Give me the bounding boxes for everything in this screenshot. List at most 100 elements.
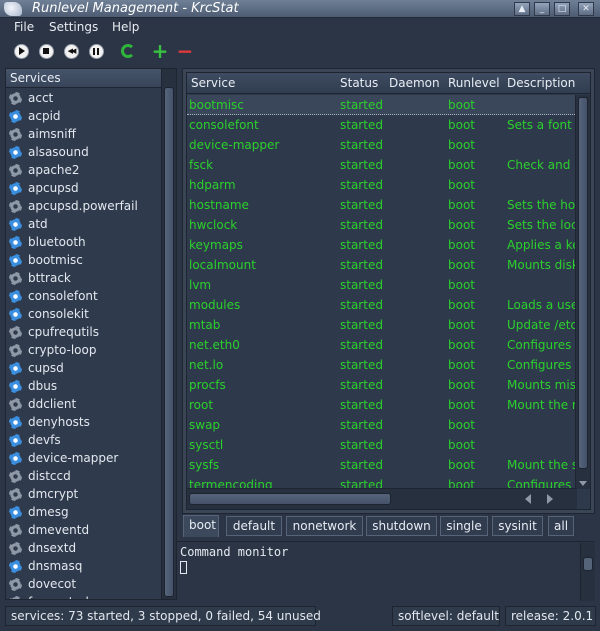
service-item[interactable]: apcupsd.powerfail [6, 197, 161, 215]
service-item[interactable]: consolefont [6, 287, 161, 305]
service-item[interactable]: alsasound [6, 143, 161, 161]
table-row[interactable]: hostname started boot Sets the hos [187, 195, 577, 215]
table-cell-status: started [340, 178, 383, 192]
table-row[interactable]: hdparm started boot [187, 175, 577, 195]
scroll-right-arrow-icon[interactable] [547, 494, 553, 504]
service-label: bluetooth [28, 235, 86, 249]
table-vscroll-thumb[interactable] [578, 97, 588, 469]
service-item[interactable]: acct [6, 89, 161, 107]
service-item[interactable]: cupsd [6, 359, 161, 377]
table-row[interactable]: sysfs started boot Mount the sy [187, 455, 577, 475]
service-label: dmesg [28, 505, 69, 519]
service-item[interactable]: devfs [6, 431, 161, 449]
table-row[interactable]: bootmisc started boot [187, 95, 577, 115]
services-header[interactable]: Services [6, 69, 161, 88]
table-row[interactable]: localmount started boot Mounts disk [187, 255, 577, 275]
column-status[interactable]: Status [340, 76, 378, 90]
service-item[interactable]: bootmisc [6, 251, 161, 269]
services-scrollbar[interactable] [161, 69, 176, 599]
service-item[interactable]: denyhosts [6, 413, 161, 431]
command-monitor-scrollbar[interactable] [580, 543, 595, 601]
table-row[interactable]: lvm started boot [187, 275, 577, 295]
table-row[interactable]: hwclock started boot Sets the loc [187, 215, 577, 235]
scroll-left-arrow-icon[interactable] [525, 494, 531, 504]
table-cell-description: Mount the ro [507, 398, 577, 412]
service-item[interactable]: ddclient [6, 395, 161, 413]
service-label: alsasound [28, 145, 89, 159]
menu-file[interactable]: File [14, 20, 34, 34]
service-item[interactable]: bluetooth [6, 233, 161, 251]
service-item[interactable]: apcupsd [6, 179, 161, 197]
command-monitor[interactable]: Command monitor [177, 541, 595, 601]
table-cell-status: started [340, 218, 383, 232]
minimize-button[interactable]: _ [534, 2, 550, 16]
stop-button[interactable] [36, 41, 56, 61]
shade-button[interactable]: ▲ [514, 2, 530, 16]
service-item[interactable]: atd [6, 215, 161, 233]
table-row[interactable]: root started boot Mount the ro [187, 395, 577, 415]
table-row[interactable]: net.lo started boot Configures n [187, 355, 577, 375]
table-row[interactable]: consolefont started boot Sets a font [187, 115, 577, 135]
service-item[interactable]: aimsniff [6, 125, 161, 143]
table-cell-service: sysfs [189, 458, 220, 472]
service-item[interactable]: apache2 [6, 161, 161, 179]
service-item[interactable]: device-mapper [6, 449, 161, 467]
remove-service-button[interactable]: − [175, 41, 195, 61]
menu-help[interactable]: Help [112, 20, 139, 34]
service-item[interactable]: dbus [6, 377, 161, 395]
service-item[interactable]: fancontrol [6, 593, 161, 599]
table-row[interactable]: termencoding started boot Configures t [187, 475, 577, 489]
service-item[interactable]: dmesg [6, 503, 161, 521]
table-row[interactable]: net.eth0 started boot Configures n [187, 335, 577, 355]
table-horizontal-scrollbar[interactable] [187, 488, 577, 509]
table-row[interactable]: modules started boot Loads a use [187, 295, 577, 315]
menu-settings[interactable]: Settings [49, 20, 98, 34]
table-cell-status: started [340, 298, 383, 312]
table-row[interactable]: fsck started boot Check and r [187, 155, 577, 175]
table-row[interactable]: sysctl started boot [187, 435, 577, 455]
window-titlebar[interactable]: Runlevel Management - KrcStat ▲ _ □ ✕ [0, 0, 600, 18]
table-cell-service: fsck [189, 158, 214, 172]
service-item[interactable]: bttrack [6, 269, 161, 287]
table-row[interactable]: mtab started boot Update /etc/ [187, 315, 577, 335]
service-item[interactable]: dmeventd [6, 521, 161, 539]
service-item[interactable]: dovecot [6, 575, 161, 593]
maximize-button[interactable]: □ [554, 2, 570, 16]
close-button[interactable]: ✕ [578, 2, 594, 16]
tab-single[interactable]: single [440, 516, 488, 536]
service-item[interactable]: consolekit [6, 305, 161, 323]
add-service-button[interactable]: + [150, 41, 170, 61]
service-item[interactable]: dmcrypt [6, 485, 161, 503]
app-icon[interactable] [4, 2, 22, 16]
table-vertical-scrollbar[interactable] [575, 95, 590, 489]
column-runlevel[interactable]: Runlevel [448, 76, 500, 90]
service-item[interactable]: dnsextd [6, 539, 161, 557]
tab-nonetwork[interactable]: nonetwork [286, 516, 363, 536]
service-item[interactable]: crypto-loop [6, 341, 161, 359]
column-service[interactable]: Service [191, 76, 235, 90]
pause-button[interactable] [86, 41, 106, 61]
tab-boot[interactable]: boot [183, 515, 219, 537]
table-row[interactable]: keymaps started boot Applies a ke [187, 235, 577, 255]
restart-button[interactable]: ◀◀ [61, 41, 81, 61]
table-cell-status: started [340, 458, 383, 472]
table-row[interactable]: device-mapper started boot [187, 135, 577, 155]
services-scroll-thumb[interactable] [164, 87, 174, 597]
scroll-down-arrow-icon[interactable] [579, 481, 587, 486]
refresh-button[interactable] [118, 41, 138, 61]
tab-sysinit[interactable]: sysinit [492, 516, 543, 536]
tab-shutdown[interactable]: shutdown [366, 516, 437, 536]
start-button[interactable] [11, 41, 31, 61]
table-hscroll-thumb[interactable] [189, 493, 391, 505]
service-item[interactable]: acpid [6, 107, 161, 125]
tab-all[interactable]: all [548, 516, 574, 536]
service-item[interactable]: cpufrequtils [6, 323, 161, 341]
command-scroll-thumb[interactable] [583, 557, 593, 571]
table-row[interactable]: swap started boot [187, 415, 577, 435]
column-daemon[interactable]: Daemon [389, 76, 440, 90]
column-description[interactable]: Description [507, 76, 575, 90]
tab-default[interactable]: default [226, 516, 282, 536]
service-item[interactable]: dnsmasq [6, 557, 161, 575]
service-item[interactable]: distccd [6, 467, 161, 485]
table-row[interactable]: procfs started boot Mounts misc [187, 375, 577, 395]
